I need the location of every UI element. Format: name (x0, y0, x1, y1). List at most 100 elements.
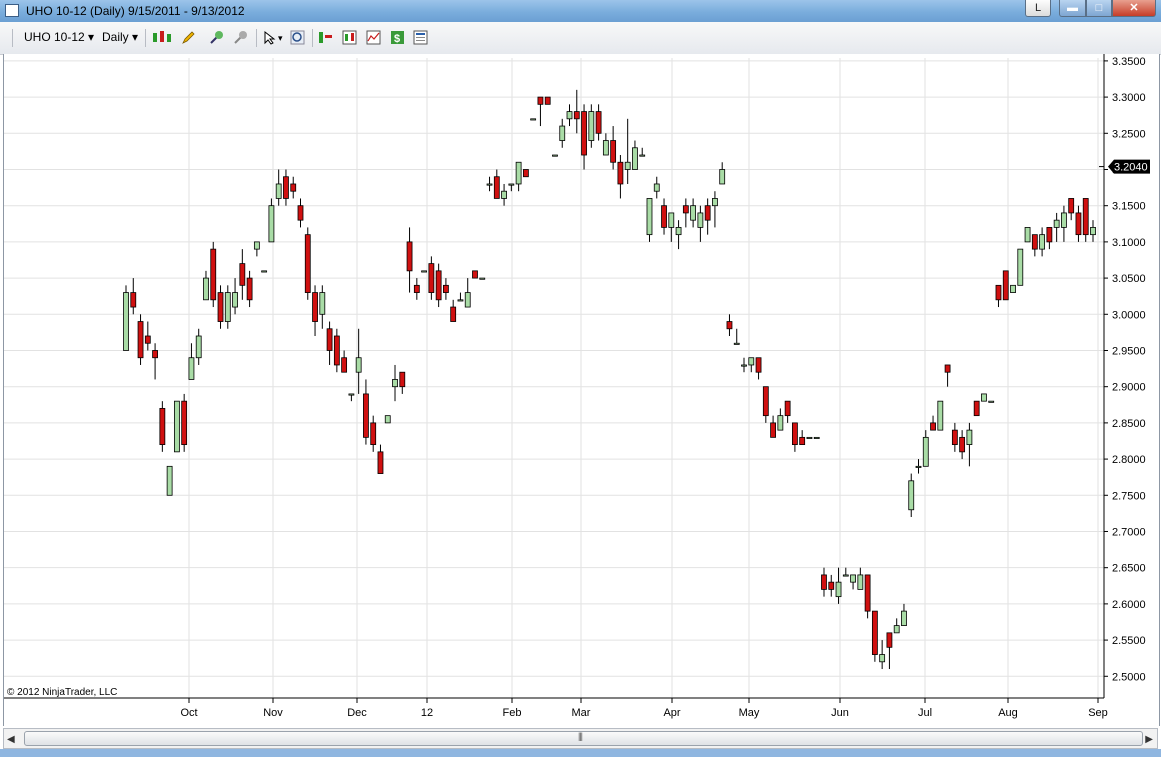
candle (195, 328, 202, 365)
chevron-down-icon: ▾ (88, 30, 95, 44)
chevron-down-icon[interactable]: ▾ (278, 33, 283, 44)
candle (1090, 220, 1096, 242)
candle-body (1090, 227, 1096, 236)
candle-body (406, 241, 413, 272)
candle (842, 567, 849, 577)
taskbar-strip (0, 749, 1161, 757)
candle (435, 263, 442, 308)
candle (770, 415, 776, 438)
y-tick-label: 2.7000 (1112, 526, 1146, 538)
maximize-button[interactable]: □ (1086, 0, 1112, 17)
candle (682, 198, 689, 228)
candle-body (784, 400, 791, 417)
candle (290, 176, 297, 199)
candle (821, 567, 827, 597)
indicators-icon[interactable] (366, 30, 381, 45)
dollar-icon[interactable]: $ (390, 30, 405, 45)
candle (595, 104, 602, 141)
candle-body (355, 357, 362, 373)
candle-body (472, 270, 478, 279)
candle-body (501, 190, 507, 199)
properties-icon[interactable] (413, 30, 428, 45)
price-chart[interactable]: 3.35003.30003.25003.20003.15003.10003.05… (0, 54, 1161, 726)
strategies-icon[interactable] (342, 30, 357, 45)
candle (588, 104, 595, 148)
candle-body (304, 234, 311, 293)
candle-body (195, 335, 202, 359)
candle-body (835, 581, 842, 598)
candle (886, 632, 893, 670)
candle-body (632, 147, 638, 170)
candle (661, 198, 667, 235)
data-series-icon[interactable] (318, 30, 333, 45)
candle (552, 154, 558, 157)
instrument-label: UHO 10-12 (24, 30, 85, 44)
candle-body (697, 212, 704, 228)
horizontal-scrollbar[interactable]: ◀ ||| ▶ (3, 728, 1158, 749)
candle (668, 212, 675, 242)
candle (464, 278, 471, 308)
period-selector[interactable]: Daily ▾ (102, 30, 138, 44)
pencil-drawing-icon[interactable] (181, 30, 196, 45)
scroll-thumb[interactable]: ||| (24, 731, 1143, 746)
candle-body (1031, 234, 1038, 250)
x-tick-label: May (739, 707, 760, 719)
candle-body (733, 342, 740, 345)
candle (457, 292, 464, 302)
candle (1082, 198, 1089, 242)
candle (690, 198, 697, 228)
candle-body (173, 400, 180, 453)
candle (559, 118, 566, 148)
candle (828, 574, 835, 597)
candle-body (166, 465, 173, 496)
candle (217, 285, 224, 329)
candle-body (203, 277, 209, 301)
zoom-in-icon[interactable] (209, 30, 224, 45)
candle-body (937, 400, 944, 431)
pointer-icon[interactable] (262, 30, 277, 45)
candle-body (363, 393, 369, 438)
candle-body (450, 306, 457, 322)
scroll-right-arrow-icon[interactable]: ▶ (1145, 734, 1153, 745)
candle-body (595, 111, 602, 134)
close-button[interactable]: ✕ (1112, 0, 1156, 17)
candle-body (515, 161, 522, 185)
candle (879, 640, 886, 670)
candle-body (275, 183, 282, 199)
candle (806, 436, 813, 439)
candle-body (661, 205, 667, 228)
y-tick-label: 3.0500 (1112, 273, 1146, 285)
candle (813, 436, 820, 439)
instrument-selector[interactable]: UHO 10-12 ▾ (24, 30, 94, 44)
zoom-out-icon[interactable] (233, 30, 248, 45)
scroll-left-arrow-icon[interactable]: ◀ (7, 734, 15, 745)
candle (232, 278, 238, 315)
chart-style-icon[interactable] (152, 30, 172, 45)
candle-body (479, 277, 486, 280)
minimize-button[interactable]: ▬ (1059, 0, 1086, 17)
extra-caption-button[interactable]: L (1025, 0, 1051, 17)
candle-body (864, 574, 871, 612)
candle-body (312, 292, 318, 322)
candle (973, 400, 980, 417)
last-price-label: 3.2040 (1114, 162, 1148, 174)
candle-body (144, 335, 151, 344)
candle (581, 104, 587, 170)
candle (304, 227, 311, 300)
magnifier-icon[interactable] (290, 30, 305, 45)
candle-body (908, 480, 915, 511)
candle (1053, 212, 1060, 242)
x-tick-label: Feb (503, 707, 522, 719)
candle-body (493, 176, 500, 199)
candle (239, 249, 246, 300)
candle (966, 422, 973, 467)
chevron-down-icon: ▾ (132, 30, 139, 44)
title-bar[interactable]: UHO 10-12 (Daily) 9/15/2011 - 9/13/2012 … (0, 0, 1161, 22)
candle-body (762, 386, 769, 417)
x-tick-label: 12 (421, 707, 433, 719)
candle (857, 567, 864, 590)
candle-body (181, 400, 188, 446)
candle-body (966, 429, 973, 446)
candle-body (464, 292, 471, 308)
candle-body (1068, 198, 1075, 214)
